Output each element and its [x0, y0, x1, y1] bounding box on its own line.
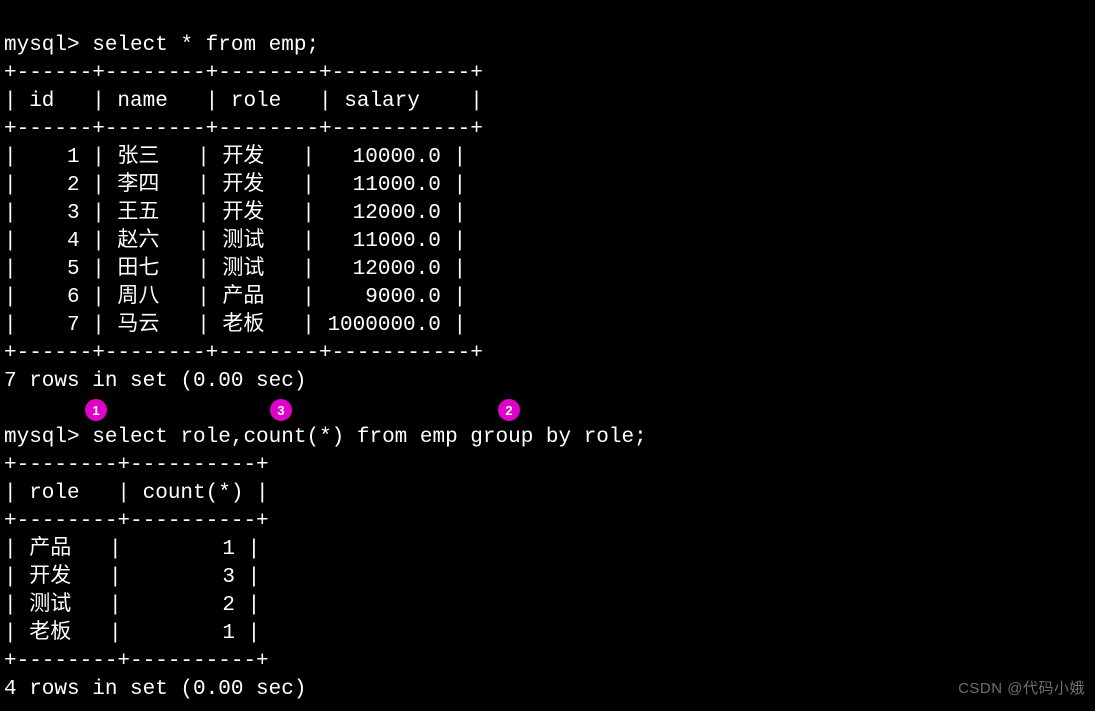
annotation-badge-1: 1: [85, 399, 107, 421]
table1-row: | 5 | 田七 | 测试 | 12000.0 |: [4, 258, 466, 281]
table1-header: | id | name | role | salary |: [4, 90, 483, 113]
table2-border-top: +--------+----------+: [4, 454, 269, 477]
table2-border-bot: +--------+----------+: [4, 650, 269, 673]
table2-header: | role | count(*) |: [4, 482, 269, 505]
watermark-text: CSDN @代码小娥: [958, 675, 1085, 703]
table1-border-mid: +------+--------+--------+-----------+: [4, 118, 483, 141]
sql-query-2: select role,count(*) from emp group by r…: [80, 426, 647, 449]
mysql-prompt: mysql>: [4, 34, 80, 57]
table2-status: 4 rows in set (0.00 sec): [4, 678, 306, 701]
annotation-badge-3: 3: [270, 399, 292, 421]
annotation-badge-2: 2: [498, 399, 520, 421]
table1-row: | 1 | 张三 | 开发 | 10000.0 |: [4, 146, 466, 169]
table1-row: | 4 | 赵六 | 测试 | 11000.0 |: [4, 230, 466, 253]
table1-row: | 7 | 马云 | 老板 | 1000000.0 |: [4, 314, 466, 337]
table2-row: | 测试 | 2 |: [4, 594, 260, 617]
table1-row: | 6 | 周八 | 产品 | 9000.0 |: [4, 286, 466, 309]
table1-border-top: +------+--------+--------+-----------+: [4, 62, 483, 85]
table1-border-bot: +------+--------+--------+-----------+: [4, 342, 483, 365]
terminal-output: mysql> select * from emp; +------+------…: [0, 0, 1095, 708]
table2-border-mid: +--------+----------+: [4, 510, 269, 533]
table1-row: | 2 | 李四 | 开发 | 11000.0 |: [4, 174, 466, 197]
table2-row: | 开发 | 3 |: [4, 566, 260, 589]
table2-row: | 产品 | 1 |: [4, 538, 260, 561]
table2-row: | 老板 | 1 |: [4, 622, 260, 645]
mysql-prompt: mysql>: [4, 426, 80, 449]
sql-query-1: select * from emp;: [80, 34, 319, 57]
table1-status: 7 rows in set (0.00 sec): [4, 370, 306, 393]
table1-row: | 3 | 王五 | 开发 | 12000.0 |: [4, 202, 466, 225]
